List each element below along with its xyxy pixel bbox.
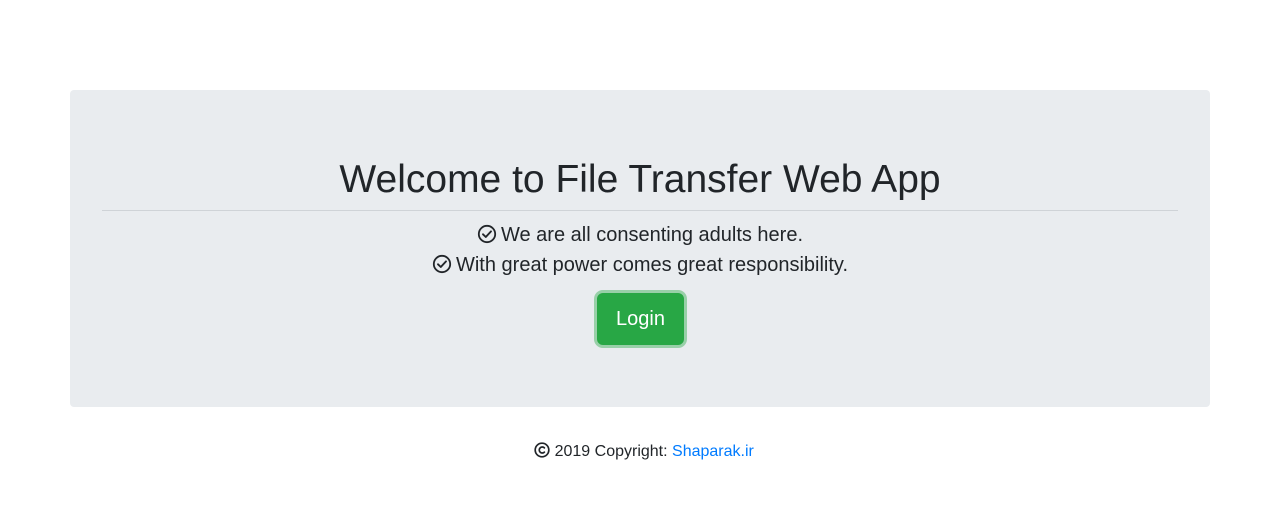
tagline-1: We are all consenting adults here. bbox=[102, 220, 1178, 250]
tagline-2-text: With great power comes great responsibil… bbox=[455, 254, 848, 276]
footer-copyright-text: 2019 Copyright: bbox=[550, 443, 673, 460]
tagline-1-text: We are all consenting adults here. bbox=[500, 224, 804, 246]
check-circle-icon bbox=[477, 223, 497, 244]
divider bbox=[102, 210, 1178, 211]
tagline-2: With great power comes great responsibil… bbox=[102, 250, 1178, 280]
login-button[interactable]: Login bbox=[597, 293, 684, 345]
copyright-icon bbox=[534, 442, 550, 458]
jumbotron-panel: Welcome to File Transfer Web App We are … bbox=[70, 90, 1210, 407]
page-title: Welcome to File Transfer Web App bbox=[339, 158, 941, 201]
footer-site-link[interactable]: Shaparak.ir bbox=[672, 443, 754, 460]
check-circle-icon bbox=[432, 253, 452, 274]
footer: 2019 Copyright: Shaparak.ir bbox=[0, 440, 1288, 464]
